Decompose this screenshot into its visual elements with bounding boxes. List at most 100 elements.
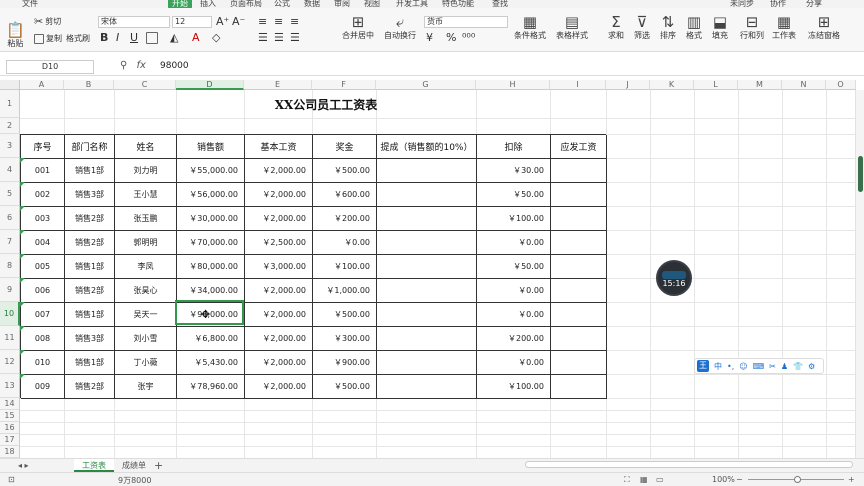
align-left-button[interactable]: ☰ — [258, 32, 268, 43]
table-cell[interactable]: ￥2,000.00 — [245, 207, 313, 231]
table-cell[interactable]: 销售1部 — [65, 255, 115, 279]
column-header-D[interactable]: D — [176, 80, 244, 90]
column-header-J[interactable]: J — [606, 80, 650, 90]
row-header-1[interactable]: 1 — [0, 90, 20, 118]
fullscreen-icon[interactable]: ⛶ — [624, 475, 630, 485]
column-header-O[interactable]: O — [826, 80, 856, 90]
row-header-6[interactable]: 6 — [0, 206, 20, 230]
name-box[interactable]: D10 — [6, 60, 94, 74]
table-cell[interactable]: 销售1部 — [65, 351, 115, 375]
table-cell[interactable]: 008 — [21, 327, 65, 351]
table-cell[interactable]: ￥0.00 — [477, 279, 551, 303]
table-cell[interactable]: ￥200.00 — [313, 207, 377, 231]
keyboard-icon[interactable]: ⌨ — [753, 362, 765, 371]
sort-button[interactable]: ⇅ 排序 — [660, 14, 676, 41]
horizontal-scrollbar[interactable] — [525, 461, 853, 468]
table-cell[interactable]: 销售3部 — [65, 327, 115, 351]
table-cell[interactable] — [377, 207, 477, 231]
currency-button[interactable]: ¥ — [426, 32, 433, 43]
punctuation-icon[interactable]: •, — [727, 362, 734, 371]
table-cell[interactable]: ￥900.00 — [313, 351, 377, 375]
row-header-4[interactable]: 4 — [0, 158, 20, 182]
table-cell[interactable]: ￥80,000.00 — [177, 255, 245, 279]
table-cell[interactable]: ￥500.00 — [313, 375, 377, 399]
filter-button[interactable]: ⊽ 筛选 — [634, 14, 650, 41]
user-icon[interactable]: ♟ — [781, 362, 788, 371]
align-center-button[interactable]: ☰ — [274, 32, 284, 43]
thousands-button[interactable]: ⁰⁰⁰ — [462, 32, 475, 43]
table-cell[interactable]: ￥50.00 — [477, 255, 551, 279]
row-header-15[interactable]: 15 — [0, 410, 20, 422]
skin-icon[interactable]: 👕 — [793, 362, 803, 371]
vertical-scroll-thumb[interactable] — [858, 156, 863, 192]
table-cell[interactable]: 006 — [21, 279, 65, 303]
align-top-button[interactable]: ≡ — [258, 16, 267, 27]
row-header-11[interactable]: 11 — [0, 326, 20, 350]
table-cell[interactable]: ￥500.00 — [313, 303, 377, 327]
table-cell[interactable]: ￥2,000.00 — [245, 279, 313, 303]
table-header-cell[interactable]: 销售额 — [177, 135, 245, 159]
table-cell[interactable]: 销售2部 — [65, 375, 115, 399]
table-header-cell[interactable]: 应发工资 — [551, 135, 607, 159]
table-cell[interactable]: 郭明明 — [115, 231, 177, 255]
font-name-select[interactable]: 宋体 — [98, 16, 170, 28]
fx-icon[interactable]: fx — [137, 60, 146, 71]
ime-logo[interactable]: 王 — [697, 360, 709, 372]
table-cell[interactable]: ￥70,000.00 — [177, 231, 245, 255]
number-format-select[interactable]: 货币 — [424, 16, 508, 28]
column-header-L[interactable]: L — [694, 80, 738, 90]
normal-view-icon[interactable]: ▦ — [640, 475, 648, 484]
table-cell[interactable]: ￥30,000.00 — [177, 207, 245, 231]
align-right-button[interactable]: ☰ — [290, 32, 300, 43]
table-cell[interactable]: ￥6,800.00 — [177, 327, 245, 351]
ime-mode[interactable]: 中 — [714, 361, 722, 372]
row-header-2[interactable]: 2 — [0, 118, 20, 134]
column-header-K[interactable]: K — [650, 80, 694, 90]
table-cell[interactable]: ￥600.00 — [313, 183, 377, 207]
copy-button[interactable]: 复制 — [34, 33, 62, 44]
table-cell[interactable]: ￥0.00 — [477, 303, 551, 327]
zoom-icon[interactable]: ⚲ — [120, 60, 127, 71]
table-header-cell[interactable]: 提成（销售额的10%） — [377, 135, 477, 159]
table-cell[interactable] — [551, 159, 607, 183]
table-cell[interactable]: 张宇 — [115, 375, 177, 399]
column-header-B[interactable]: B — [64, 80, 114, 90]
row-header-18[interactable]: 18 — [0, 446, 20, 458]
macro-icon[interactable]: ⊡ — [8, 475, 15, 484]
table-cell[interactable]: 刘小雪 — [115, 327, 177, 351]
sheet-title[interactable]: XX公司员工工资表 — [176, 96, 476, 113]
column-header-A[interactable]: A — [20, 80, 64, 90]
align-middle-button[interactable]: ≡ — [274, 16, 283, 27]
merge-center-button[interactable]: ⊞ 合并居中 — [342, 14, 374, 41]
table-cell[interactable]: 刘力明 — [115, 159, 177, 183]
select-all-corner[interactable] — [0, 80, 20, 90]
column-header-C[interactable]: C — [114, 80, 176, 90]
table-header-cell[interactable]: 扣除 — [477, 135, 551, 159]
table-cell[interactable]: 王小慧 — [115, 183, 177, 207]
table-cell[interactable]: ￥0.00 — [313, 231, 377, 255]
table-cell[interactable]: ￥100.00 — [313, 255, 377, 279]
table-cell[interactable]: 销售2部 — [65, 279, 115, 303]
table-cell[interactable] — [377, 255, 477, 279]
table-cell[interactable]: ￥200.00 — [477, 327, 551, 351]
table-cell[interactable]: ￥1,000.00 — [313, 279, 377, 303]
emoji-icon[interactable]: ☺ — [739, 362, 747, 371]
align-bottom-button[interactable]: ≡ — [290, 16, 299, 27]
table-cell[interactable] — [551, 375, 607, 399]
clear-button[interactable]: ◇ — [212, 32, 220, 43]
table-cell[interactable] — [377, 159, 477, 183]
table-cell[interactable]: 005 — [21, 255, 65, 279]
table-cell[interactable] — [377, 375, 477, 399]
row-header-17[interactable]: 17 — [0, 434, 20, 446]
tools-icon[interactable]: ✂ — [769, 362, 776, 371]
table-cell[interactable]: 吴天一 — [115, 303, 177, 327]
wrap-text-button[interactable]: ⤶ 自动换行 — [384, 14, 416, 41]
table-header-cell[interactable]: 部门名称 — [65, 135, 115, 159]
page-view-icon[interactable]: ▭ — [656, 475, 664, 484]
table-header-cell[interactable]: 基本工资 — [245, 135, 313, 159]
tab-salary[interactable]: 工资表 — [74, 459, 114, 472]
table-cell[interactable]: ￥3,000.00 — [245, 255, 313, 279]
table-cell[interactable]: ￥2,000.00 — [245, 183, 313, 207]
border-button[interactable] — [146, 32, 158, 44]
table-cell[interactable]: ￥2,500.00 — [245, 231, 313, 255]
